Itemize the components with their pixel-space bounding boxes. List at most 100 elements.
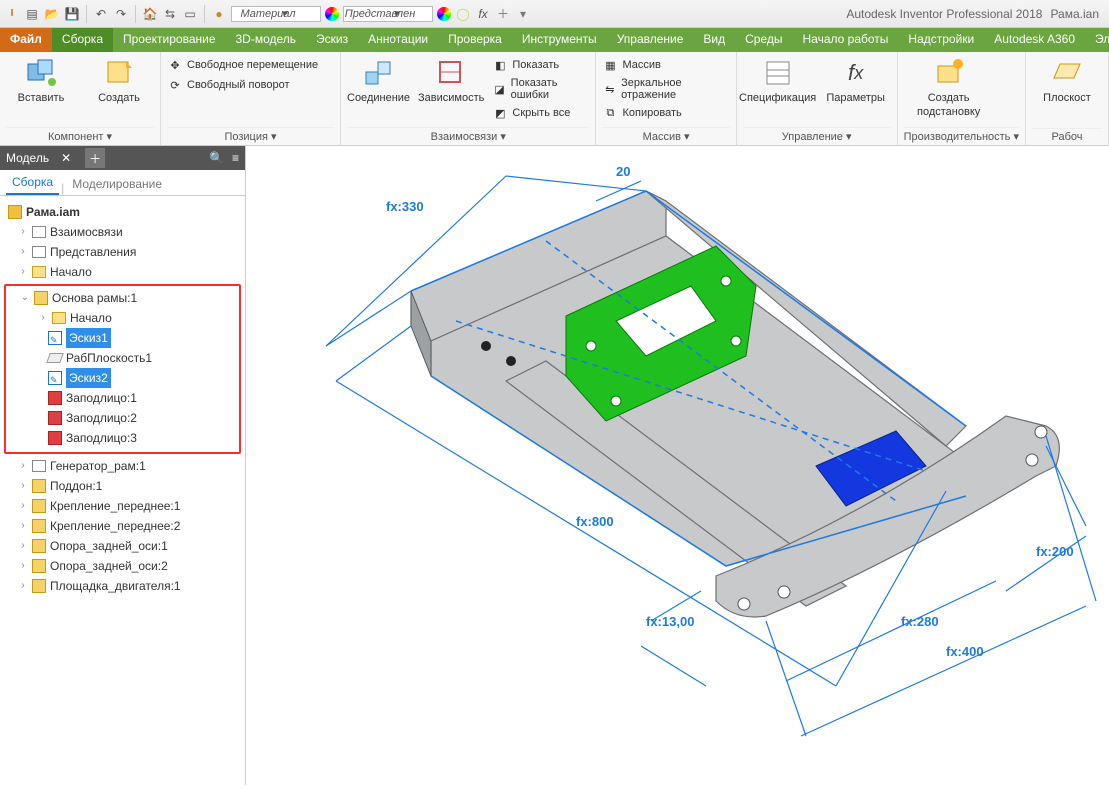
subtab-assembly[interactable]: Сборка bbox=[6, 171, 59, 195]
tab-manage[interactable]: Управление bbox=[607, 28, 694, 52]
team-icon[interactable]: ⇆ bbox=[162, 6, 178, 22]
tree-root[interactable]: Рама.iam bbox=[4, 202, 241, 222]
tree-item[interactable]: ›Представления bbox=[4, 242, 241, 262]
select-icon[interactable]: ▭ bbox=[182, 6, 198, 22]
tree-item[interactable]: ›Опора_задней_оси:2 bbox=[4, 556, 241, 576]
mirror-button[interactable]: ⇋Зеркальное отражение bbox=[602, 76, 729, 102]
tree-item[interactable]: Эскиз1 bbox=[6, 328, 239, 348]
tree-item[interactable]: РабПлоскость1 bbox=[6, 348, 239, 368]
array-button[interactable]: ▦Массив bbox=[602, 56, 729, 74]
tab-3dmodel[interactable]: 3D-модель bbox=[226, 28, 307, 52]
group-label-manage[interactable]: Управление ▾ bbox=[743, 127, 891, 145]
tree-item[interactable]: Заподлицо:3 bbox=[6, 428, 239, 448]
tab-env[interactable]: Среды bbox=[735, 28, 792, 52]
add-panel-icon[interactable]: ＋ bbox=[85, 148, 105, 168]
group-label-productivity[interactable]: Производительность ▾ bbox=[904, 127, 1019, 145]
redo-icon[interactable]: ↷ bbox=[113, 6, 129, 22]
tree-label: Генератор_рам:1 bbox=[50, 456, 146, 476]
free-rotate-button[interactable]: ⟳Свободный поворот bbox=[167, 76, 318, 94]
free-move-button[interactable]: ✥Свободное перемещение bbox=[167, 56, 318, 74]
close-panel-icon[interactable]: ✕ bbox=[61, 151, 71, 165]
tab-electro[interactable]: Эле bbox=[1085, 28, 1109, 52]
dim-200[interactable]: fx:200 bbox=[1036, 544, 1074, 559]
tree-item[interactable]: Заподлицо:2 bbox=[6, 408, 239, 428]
bom-button[interactable]: Спецификация bbox=[743, 56, 813, 104]
fx-icon[interactable]: fx bbox=[475, 6, 491, 22]
material-combo[interactable]: Материал▾ bbox=[231, 6, 321, 22]
tree-item[interactable]: ›Генератор_рам:1 bbox=[4, 456, 241, 476]
mirror-icon: ⇋ bbox=[602, 81, 617, 97]
tree-item[interactable]: ›Начало bbox=[4, 262, 241, 282]
tab-a360[interactable]: Autodesk A360 bbox=[984, 28, 1085, 52]
appearance2-icon[interactable] bbox=[437, 7, 451, 21]
save-icon[interactable]: 💾 bbox=[64, 6, 80, 22]
tree-item[interactable]: ›Взаимосвязи bbox=[4, 222, 241, 242]
tree-item[interactable]: Заподлицо:1 bbox=[6, 388, 239, 408]
feature-icon bbox=[48, 411, 62, 425]
create-sub-label1: Создать bbox=[928, 92, 970, 104]
appearance-ball-icon[interactable] bbox=[325, 7, 339, 21]
tree-item[interactable]: ›Крепление_переднее:2 bbox=[4, 516, 241, 536]
params-button[interactable]: fx Параметры bbox=[821, 56, 891, 104]
tree-item[interactable]: ›Начало bbox=[6, 308, 239, 328]
copy-button[interactable]: ⧉Копировать bbox=[602, 104, 729, 122]
menu-icon[interactable]: ≡ bbox=[232, 151, 239, 165]
search-icon[interactable]: 🔍 bbox=[209, 151, 224, 165]
tab-file[interactable]: Файл bbox=[0, 28, 52, 52]
plus-icon[interactable]: ＋ bbox=[495, 6, 511, 22]
connect-button[interactable]: Соединение bbox=[347, 56, 410, 104]
dim-13[interactable]: fx:13,00 bbox=[646, 614, 694, 629]
create-sub-button[interactable]: Создать подстановку bbox=[904, 56, 994, 118]
tab-inspect[interactable]: Проверка bbox=[438, 28, 512, 52]
model-tree[interactable]: Рама.iam ›Взаимосвязи ›Представления ›На… bbox=[0, 196, 245, 602]
ribbon-group-position: ✥Свободное перемещение ⟳Свободный поворо… bbox=[161, 52, 341, 145]
tree-item[interactable]: ⌄Основа рамы:1 bbox=[6, 288, 239, 308]
tab-view[interactable]: Вид bbox=[693, 28, 735, 52]
quick-access-toolbar: I ▤ 📂 💾 ↶ ↷ 🏠 ⇆ ▭ ● Материал▾ Представле… bbox=[4, 5, 531, 23]
new-icon[interactable]: ▤ bbox=[24, 6, 40, 22]
home-icon[interactable]: 🏠 bbox=[142, 6, 158, 22]
tab-assembly[interactable]: Сборка bbox=[52, 28, 113, 52]
copy-icon: ⧉ bbox=[602, 105, 618, 121]
dim-280[interactable]: fx:280 bbox=[901, 614, 939, 629]
tab-addins[interactable]: Надстройки bbox=[898, 28, 984, 52]
group-label-workfeat[interactable]: Рабоч bbox=[1032, 128, 1102, 145]
open-icon[interactable]: 📂 bbox=[44, 6, 60, 22]
tree-item[interactable]: ›Площадка_двигателя:1 bbox=[4, 576, 241, 596]
group-label-pattern[interactable]: Массив ▾ bbox=[602, 127, 729, 145]
hide-all-button[interactable]: ◩Скрыть все bbox=[492, 104, 589, 122]
dim-800[interactable]: fx:800 bbox=[576, 514, 614, 529]
plane-button[interactable]: Плоскост bbox=[1032, 56, 1102, 104]
insert-button[interactable]: Вставить bbox=[6, 56, 76, 104]
qat-customize-icon[interactable]: ▾ bbox=[515, 6, 531, 22]
undo-icon[interactable]: ↶ bbox=[93, 6, 109, 22]
subtab-modeling[interactable]: Моделирование bbox=[66, 173, 168, 195]
ribbon-tabs: Файл Сборка Проектирование 3D-модель Эск… bbox=[0, 28, 1109, 52]
tab-getstarted[interactable]: Начало работы bbox=[793, 28, 899, 52]
tree-item[interactable]: Эскиз2 bbox=[6, 368, 239, 388]
create-button[interactable]: Создать bbox=[84, 56, 154, 104]
group-label-component[interactable]: Компонент ▾ bbox=[6, 127, 154, 145]
group-label-position[interactable]: Позиция ▾ bbox=[167, 127, 334, 145]
show-label: Показать bbox=[512, 59, 559, 71]
tab-design[interactable]: Проектирование bbox=[113, 28, 226, 52]
appearance-combo[interactable]: Представлен▾ bbox=[343, 6, 433, 22]
dim-20[interactable]: 20 bbox=[616, 164, 630, 179]
show-button[interactable]: ◧Показать bbox=[492, 56, 589, 74]
connect-label: Соединение bbox=[347, 92, 410, 104]
tab-tools[interactable]: Инструменты bbox=[512, 28, 607, 52]
dim-330[interactable]: fx:330 bbox=[386, 199, 424, 214]
group-label-relations[interactable]: Взаимосвязи ▾ bbox=[347, 127, 589, 145]
tree-item[interactable]: ›Поддон:1 bbox=[4, 476, 241, 496]
constrain-button[interactable]: Зависимость bbox=[418, 56, 484, 104]
folder-icon bbox=[32, 266, 46, 278]
appearance3-icon[interactable]: ◯ bbox=[455, 6, 471, 22]
show-errors-button[interactable]: ◪Показать ошибки bbox=[492, 76, 589, 102]
tree-item[interactable]: ›Опора_задней_оси:1 bbox=[4, 536, 241, 556]
tab-sketch[interactable]: Эскиз bbox=[306, 28, 358, 52]
material-ball-icon[interactable]: ● bbox=[211, 6, 227, 22]
viewport[interactable]: fx:330 20 fx:800 fx:13,00 fx:280 fx:200 … bbox=[246, 146, 1109, 785]
tab-annotate[interactable]: Аннотации bbox=[358, 28, 438, 52]
tree-item[interactable]: ›Крепление_переднее:1 bbox=[4, 496, 241, 516]
dim-400[interactable]: fx:400 bbox=[946, 644, 984, 659]
